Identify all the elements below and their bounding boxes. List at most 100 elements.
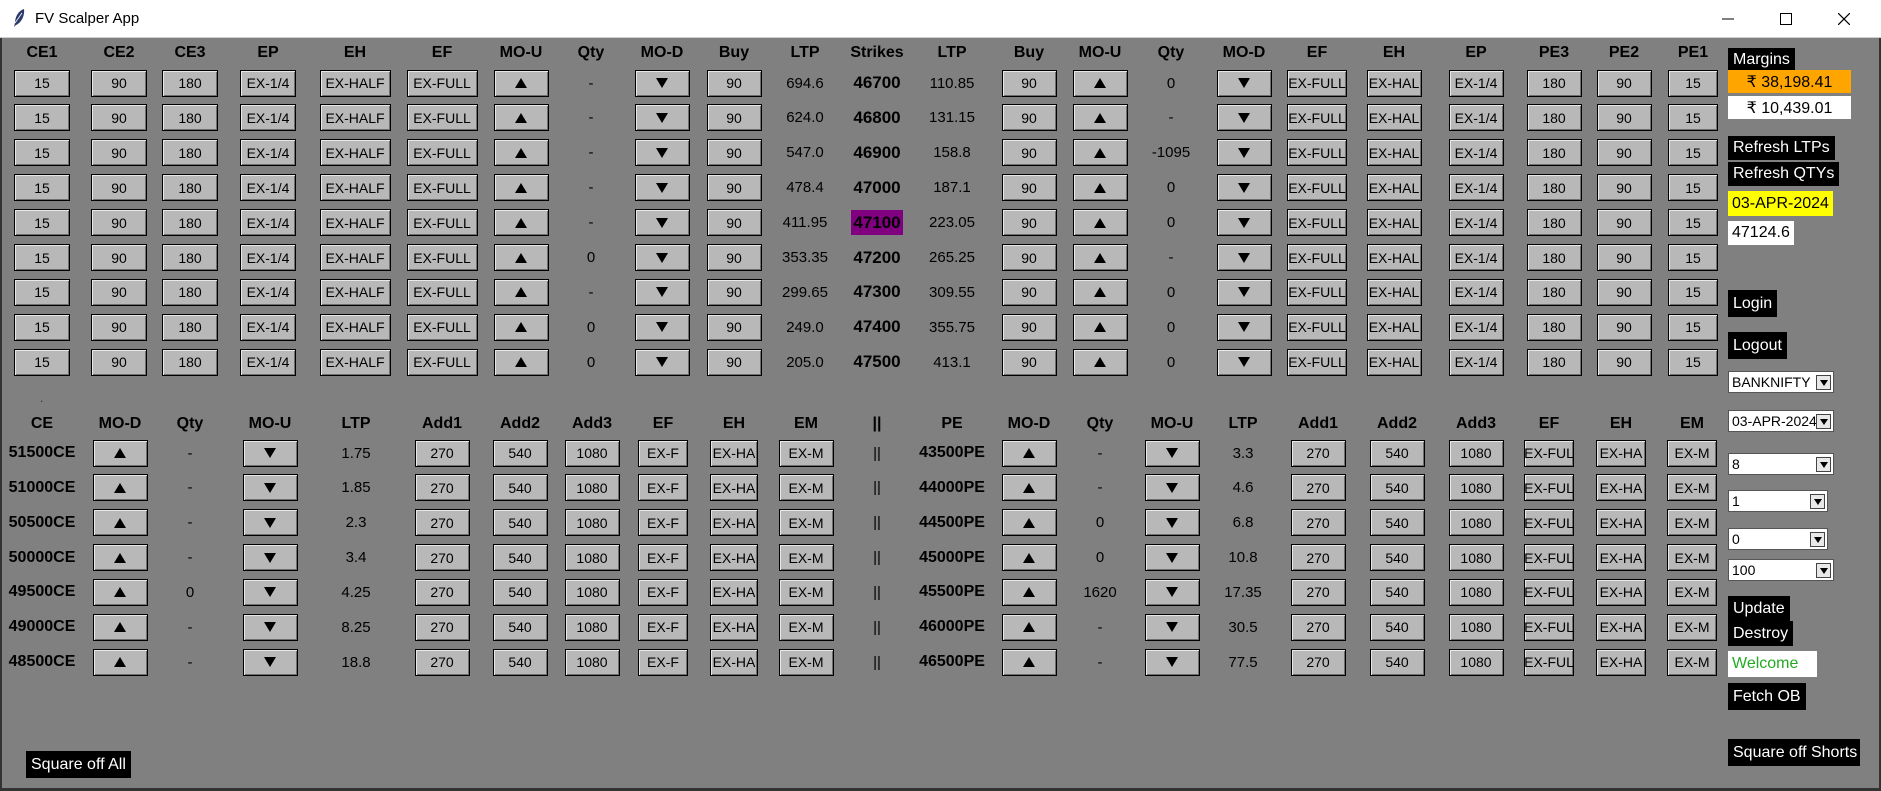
ce-add-button[interactable]: EX-HA (710, 578, 758, 606)
mo-up-button[interactable] (1072, 174, 1128, 202)
pe-add-button[interactable]: 1080 (1448, 544, 1504, 572)
pe-order-button[interactable]: 15 (1668, 139, 1718, 167)
ce-order-button[interactable]: 90 (91, 209, 147, 237)
mo-down-button[interactable] (92, 474, 148, 502)
pe-add-button[interactable]: EX-HA (1596, 544, 1646, 572)
pe-add-button[interactable]: EX-M (1667, 648, 1717, 676)
ce-add-button[interactable]: 1080 (564, 474, 620, 502)
ce-add-button[interactable]: EX-HA (710, 648, 758, 676)
pe-order-button[interactable]: EX-FULL (1287, 244, 1347, 271)
mo-up-button[interactable] (242, 613, 298, 641)
ce-order-button[interactable]: 15 (14, 104, 70, 132)
mo-up-button[interactable] (1144, 509, 1200, 537)
chevron-down-icon[interactable] (1810, 494, 1825, 509)
pe-add-button[interactable]: 1080 (1448, 439, 1504, 467)
ce-add-button[interactable]: 1080 (564, 544, 620, 572)
ce-order-button[interactable]: EX-1/4 (240, 209, 296, 237)
mo-down-button[interactable] (1216, 348, 1272, 376)
mo-down-button[interactable] (634, 139, 690, 167)
mo-down-button[interactable] (634, 348, 690, 376)
pe-order-button[interactable]: 90 (1596, 104, 1652, 132)
pe-order-button[interactable]: 90 (1596, 69, 1652, 97)
ce-order-button[interactable]: EX-HALF (319, 313, 391, 341)
ce-order-button[interactable]: 90 (91, 69, 147, 97)
mo-up-button[interactable] (1072, 348, 1128, 376)
ce-order-button[interactable]: 90 (91, 139, 147, 167)
mo-up-button[interactable] (1144, 613, 1200, 641)
pe-order-button[interactable]: EX-1/4 (1448, 313, 1504, 341)
pe-order-button[interactable]: 90 (1596, 209, 1652, 237)
chevron-down-icon[interactable] (1816, 414, 1831, 429)
ce-add-button[interactable]: 270 (414, 578, 470, 606)
pe-order-button[interactable]: EX-1/4 (1448, 104, 1504, 132)
pe-order-button[interactable]: 90 (1596, 313, 1652, 341)
buy-button[interactable]: 90 (706, 313, 762, 341)
ce-add-button[interactable]: 540 (492, 613, 548, 641)
mo-up-button[interactable] (1072, 209, 1128, 237)
mo-up-button[interactable] (1144, 578, 1200, 606)
ce-add-button[interactable]: EX-M (778, 578, 834, 606)
mo-up-button[interactable] (493, 348, 549, 376)
pe-add-button[interactable]: 270 (1290, 474, 1346, 502)
mo-down-button[interactable] (634, 209, 690, 237)
ce-order-button[interactable]: 15 (14, 313, 70, 341)
buy-button[interactable]: 90 (1001, 348, 1057, 376)
pe-order-button[interactable]: EX-FULL (1287, 209, 1347, 237)
pe-order-button[interactable]: EX-FULL (1287, 139, 1347, 167)
ce-order-button[interactable]: 180 (162, 244, 218, 271)
ce-add-button[interactable]: EX-F (638, 578, 688, 606)
mo-up-button[interactable] (242, 439, 298, 467)
pe-add-button[interactable]: 540 (1369, 613, 1425, 641)
ce-order-button[interactable]: EX-HALF (319, 244, 391, 271)
select-c[interactable]: 0 (1728, 528, 1828, 550)
ce-order-button[interactable]: EX-1/4 (240, 104, 296, 132)
ce-add-button[interactable]: EX-HA (710, 474, 758, 502)
ce-add-button[interactable]: 270 (414, 509, 470, 537)
qty-select[interactable]: 100 (1728, 559, 1834, 581)
ce-add-button[interactable]: 540 (492, 474, 548, 502)
ce-order-button[interactable]: EX-FULL (406, 348, 478, 376)
buy-button[interactable]: 90 (1001, 104, 1057, 132)
pe-order-button[interactable]: EX-1/4 (1448, 209, 1504, 237)
minimize-button[interactable] (1699, 0, 1757, 38)
pe-order-button[interactable]: EX-1/4 (1448, 348, 1504, 376)
ce-add-button[interactable]: EX-M (778, 544, 834, 572)
pe-order-button[interactable]: 90 (1596, 278, 1652, 306)
ce-order-button[interactable]: 180 (162, 209, 218, 237)
mo-down-button[interactable] (1216, 209, 1272, 237)
mo-down-button[interactable] (92, 648, 148, 676)
chevron-down-icon[interactable] (1816, 457, 1831, 472)
pe-add-button[interactable]: 540 (1369, 544, 1425, 572)
pe-add-button[interactable]: EX-M (1667, 509, 1717, 537)
mo-up-button[interactable] (493, 209, 549, 237)
mo-up-button[interactable] (242, 544, 298, 572)
select-b[interactable]: 1 (1728, 490, 1828, 512)
pe-order-button[interactable]: 180 (1526, 209, 1582, 237)
mo-down-button[interactable] (1001, 474, 1057, 502)
mo-down-button[interactable] (634, 174, 690, 202)
buy-button[interactable]: 90 (706, 69, 762, 97)
ce-add-button[interactable]: EX-M (778, 648, 834, 676)
ce-order-button[interactable]: 180 (162, 278, 218, 306)
mo-down-button[interactable] (92, 613, 148, 641)
mo-up-button[interactable] (1144, 544, 1200, 572)
destroy-button[interactable]: Destroy (1728, 621, 1794, 646)
pe-add-button[interactable]: EX-FUL (1524, 544, 1574, 572)
pe-add-button[interactable]: 270 (1290, 439, 1346, 467)
logout-button[interactable]: Logout (1728, 332, 1787, 359)
pe-add-button[interactable]: EX-FUL (1524, 578, 1574, 606)
mo-down-button[interactable] (1216, 244, 1272, 271)
ce-order-button[interactable]: 15 (14, 174, 70, 202)
pe-order-button[interactable]: EX-HAL (1366, 278, 1422, 306)
ce-add-button[interactable]: EX-F (638, 648, 688, 676)
ce-order-button[interactable]: EX-1/4 (240, 313, 296, 341)
ce-order-button[interactable]: 90 (91, 174, 147, 202)
pe-order-button[interactable]: 180 (1526, 69, 1582, 97)
square-off-shorts-button[interactable]: Square off Shorts (1728, 739, 1860, 766)
mo-up-button[interactable] (493, 104, 549, 132)
ce-order-button[interactable]: EX-HALF (319, 104, 391, 132)
buy-button[interactable]: 90 (706, 209, 762, 237)
mo-down-button[interactable] (1216, 313, 1272, 341)
ce-order-button[interactable]: EX-1/4 (240, 69, 296, 97)
ce-order-button[interactable]: 15 (14, 244, 70, 271)
